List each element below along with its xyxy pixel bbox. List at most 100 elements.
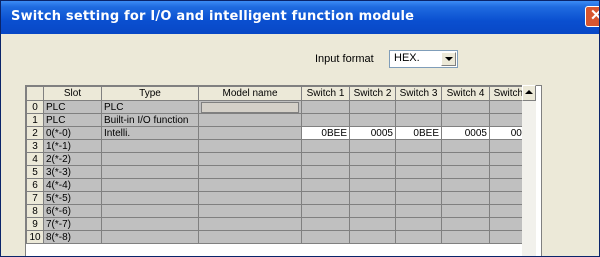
- switch3-cell: [395, 165, 442, 179]
- slot-cell: 1(*-1): [43, 139, 102, 153]
- slot-cell: 3(*-3): [43, 165, 102, 179]
- switch-setting-dialog: Switch setting for I/O and intelligent f…: [0, 0, 600, 257]
- col-header-switch4[interactable]: Switch 4: [441, 86, 490, 101]
- table-row[interactable]: 6 4(*-4): [26, 178, 536, 192]
- model-name-cell: [198, 139, 302, 153]
- switch4-cell[interactable]: 0005: [441, 126, 490, 140]
- table-row[interactable]: 8 6(*-6): [26, 204, 536, 218]
- switch2-cell: [349, 152, 396, 166]
- switch2-cell: [349, 191, 396, 205]
- table-row[interactable]: 10 8(*-8): [26, 230, 536, 244]
- switch2-cell: [349, 204, 396, 218]
- col-header-switch2[interactable]: Switch 2: [349, 86, 396, 101]
- switch4-cell: [441, 230, 490, 244]
- switch4-cell: [441, 178, 490, 192]
- row-number: 10: [26, 230, 44, 244]
- slot-cell: 2(*-2): [43, 152, 102, 166]
- switch3-cell: [395, 230, 442, 244]
- switch3-cell[interactable]: 0BEE: [395, 126, 442, 140]
- switch3-cell: [395, 113, 442, 127]
- slot-cell: PLC: [43, 100, 102, 114]
- slot-cell: 0(*-0): [43, 126, 102, 140]
- switch2-cell: [349, 230, 396, 244]
- row-number: 8: [26, 204, 44, 218]
- switch1-cell: [301, 152, 350, 166]
- table-row[interactable]: 0 PLC PLC: [26, 100, 536, 114]
- row-number: 9: [26, 217, 44, 231]
- type-cell: [101, 204, 199, 218]
- input-format-value: HEX.: [394, 52, 420, 64]
- slot-cell: 6(*-6): [43, 204, 102, 218]
- type-cell: PLC: [101, 100, 199, 114]
- model-name-cell: [198, 230, 302, 244]
- model-name-cell: [198, 113, 302, 127]
- vertical-scrollbar-track[interactable]: [522, 101, 536, 256]
- col-header-model[interactable]: Model name: [198, 86, 302, 101]
- switch1-cell: [301, 139, 350, 153]
- model-name-cell: [198, 204, 302, 218]
- title-bar[interactable]: Switch setting for I/O and intelligent f…: [1, 1, 599, 34]
- switch3-cell: [395, 191, 442, 205]
- model-name-cell: [198, 217, 302, 231]
- close-icon[interactable]: ✕: [585, 6, 599, 27]
- col-header-type[interactable]: Type: [101, 86, 199, 101]
- switch1-cell: [301, 165, 350, 179]
- type-cell: [101, 191, 199, 205]
- slot-cell: 5(*-5): [43, 191, 102, 205]
- row-number: 6: [26, 178, 44, 192]
- scroll-up-icon[interactable]: [522, 85, 536, 101]
- slot-cell: PLC: [43, 113, 102, 127]
- switch1-cell: [301, 178, 350, 192]
- row-number: 2: [26, 126, 44, 140]
- row-number: 7: [26, 191, 44, 205]
- window-title: Switch setting for I/O and intelligent f…: [11, 9, 415, 24]
- table-row[interactable]: 7 5(*-5): [26, 191, 536, 205]
- table-row[interactable]: 5 3(*-3): [26, 165, 536, 179]
- switch4-cell: [441, 113, 490, 127]
- type-cell: [101, 230, 199, 244]
- switch4-cell: [441, 100, 490, 114]
- switch1-cell[interactable]: 0BEE: [301, 126, 350, 140]
- chevron-down-icon[interactable]: [441, 52, 456, 66]
- switch2-cell: [349, 217, 396, 231]
- switch3-cell: [395, 204, 442, 218]
- row-number: 4: [26, 152, 44, 166]
- row-number: 1: [26, 113, 44, 127]
- table-row[interactable]: 9 7(*-7): [26, 217, 536, 231]
- table-row[interactable]: 1 PLC Built-in I/O function: [26, 113, 536, 127]
- type-cell: Built-in I/O function: [101, 113, 199, 127]
- switch4-cell: [441, 191, 490, 205]
- model-name-cell: [198, 191, 302, 205]
- table-row[interactable]: 20(*-0)Intelli.0BEE00050BEE00050000: [26, 126, 536, 140]
- model-name-selected: [201, 101, 299, 113]
- switch3-cell: [395, 152, 442, 166]
- switch2-cell[interactable]: 0005: [349, 126, 396, 140]
- switch2-cell: [349, 113, 396, 127]
- type-cell: Intelli.: [101, 126, 199, 140]
- switch1-cell: [301, 100, 350, 114]
- slot-cell: 7(*-7): [43, 217, 102, 231]
- switch-setting-grid[interactable]: Slot Type Model name Switch 1 Switch 2 S…: [25, 85, 542, 256]
- switch1-cell: [301, 230, 350, 244]
- switch2-cell: [349, 100, 396, 114]
- col-header-slot[interactable]: Slot: [43, 86, 102, 101]
- col-header-switch3[interactable]: Switch 3: [395, 86, 442, 101]
- table-row[interactable]: 4 2(*-2): [26, 152, 536, 166]
- switch3-cell: [395, 217, 442, 231]
- table-header-row: Slot Type Model name Switch 1 Switch 2 S…: [26, 86, 536, 101]
- slot-cell: 4(*-4): [43, 178, 102, 192]
- input-format-select[interactable]: HEX.: [389, 50, 458, 68]
- col-header-switch1[interactable]: Switch 1: [301, 86, 350, 101]
- model-name-cell: [198, 100, 302, 114]
- switch4-cell: [441, 217, 490, 231]
- slot-cell: 8(*-8): [43, 230, 102, 244]
- type-cell: [101, 178, 199, 192]
- type-cell: [101, 152, 199, 166]
- table-row[interactable]: 3 1(*-1): [26, 139, 536, 153]
- switch-table: Slot Type Model name Switch 1 Switch 2 S…: [26, 86, 536, 244]
- switch3-cell: [395, 139, 442, 153]
- switch2-cell: [349, 165, 396, 179]
- switch3-cell: [395, 178, 442, 192]
- switch2-cell: [349, 178, 396, 192]
- model-name-cell: [198, 178, 302, 192]
